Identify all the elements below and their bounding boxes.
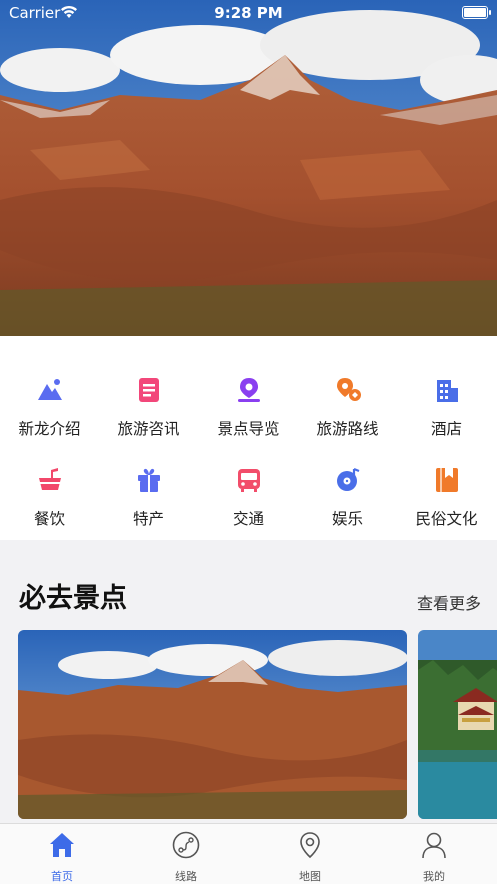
menu-label: 餐饮 — [33, 510, 65, 528]
attraction-card[interactable] — [418, 630, 497, 819]
status-bar: Carrier 9:28 PM — [0, 0, 497, 26]
map-pin-outline-icon — [300, 832, 320, 859]
food-icon — [38, 468, 61, 490]
tab-routes[interactable]: 线路 — [146, 830, 226, 884]
menu-item-guide[interactable]: 景点导览 — [199, 376, 298, 439]
menu-label: 特产 — [132, 510, 164, 528]
menu-label: 新龙介绍 — [18, 420, 81, 438]
home-icon — [50, 833, 74, 857]
menu-label: 酒店 — [430, 420, 462, 438]
category-menu: 新龙介绍 旅游咨讯 景点导览 旅游路线 酒店 餐饮 特产 交通 娱乐 民俗文化 — [0, 336, 497, 540]
menu-label: 民俗文化 — [415, 510, 478, 528]
building-icon — [436, 380, 458, 402]
menu-item-news[interactable]: 旅游咨讯 — [99, 376, 198, 439]
menu-item-dining[interactable]: 餐饮 — [0, 466, 99, 529]
attraction-image — [418, 630, 497, 819]
user-icon — [422, 832, 446, 859]
music-icon — [336, 467, 359, 491]
tab-bar: 首页 线路 地图 我的 — [0, 823, 497, 884]
mountain-icon — [37, 379, 62, 400]
route-icon — [336, 378, 361, 401]
route-circle-icon — [172, 831, 200, 859]
tab-label: 首页 — [51, 870, 73, 883]
menu-label: 旅游路线 — [316, 420, 379, 438]
book-icon — [435, 468, 458, 492]
view-more-link[interactable]: 查看更多 — [417, 590, 481, 614]
menu-label: 景点导览 — [217, 420, 280, 438]
battery-icon — [462, 6, 491, 19]
menu-item-intro[interactable]: 新龙介绍 — [0, 376, 99, 439]
attraction-card[interactable] — [18, 630, 407, 819]
tab-map[interactable]: 地图 — [270, 830, 350, 884]
tab-label: 地图 — [299, 870, 321, 883]
attraction-image — [18, 630, 407, 819]
menu-item-hotel[interactable]: 酒店 — [397, 376, 496, 439]
bus-icon — [237, 469, 260, 492]
gift-icon — [137, 468, 160, 492]
menu-item-entertainment[interactable]: 娱乐 — [298, 466, 397, 529]
menu-item-culture[interactable]: 民俗文化 — [397, 466, 496, 529]
document-icon — [138, 378, 159, 402]
tab-label: 我的 — [423, 870, 445, 883]
tab-home[interactable]: 首页 — [22, 830, 102, 884]
menu-label: 娱乐 — [331, 510, 363, 528]
map-pin-icon — [237, 378, 260, 402]
menu-label: 旅游咨讯 — [117, 420, 180, 438]
hero-banner-image[interactable] — [0, 0, 497, 336]
menu-item-transport[interactable]: 交通 — [199, 466, 298, 529]
menu-label: 交通 — [232, 510, 264, 528]
clock: 9:28 PM — [214, 4, 283, 22]
menu-item-specialty[interactable]: 特产 — [99, 466, 198, 529]
tab-profile[interactable]: 我的 — [394, 830, 474, 884]
tab-label: 线路 — [175, 870, 197, 883]
section-title: 必去景点 — [19, 583, 127, 614]
menu-item-routes[interactable]: 旅游路线 — [298, 376, 397, 439]
